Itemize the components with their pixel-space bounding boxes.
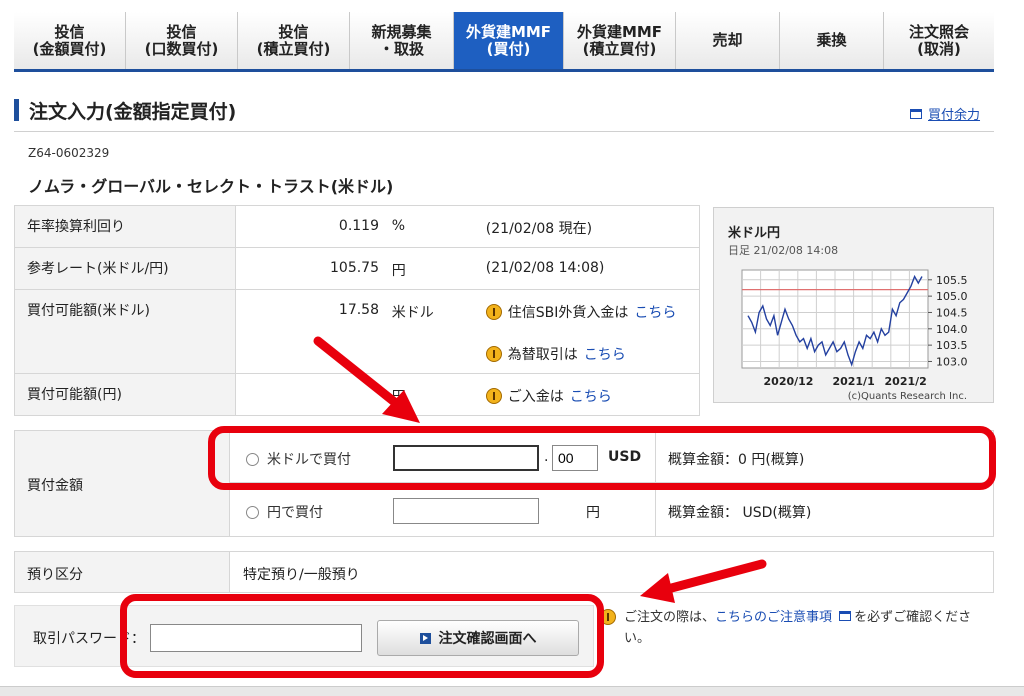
warning-icon: [485, 388, 502, 404]
new-window-icon: [839, 611, 852, 621]
tab-fx-mmf-recurring-buy[interactable]: 外貨建MMF (積立買付): [564, 12, 676, 69]
radio-circle-icon[interactable]: [246, 452, 259, 466]
radio-circle-icon[interactable]: [246, 505, 259, 519]
fund-code: Z64-0602329: [28, 146, 110, 160]
fx-deposit-text: 住信SBI外貨入金は: [507, 305, 629, 321]
chart-ytick-label: 103.5: [936, 339, 968, 352]
usd-buy-label: 米ドルで買付: [267, 452, 351, 468]
deposit-text: ご入金は: [507, 389, 564, 405]
usd-amount-input[interactable]: [393, 445, 539, 471]
chart-xtick-label: 2021/2: [885, 375, 927, 388]
yield-row: 年率換算利回り 0.119 % (21/02/08 現在): [14, 205, 701, 248]
warning-icon: [485, 346, 502, 362]
warning-icon: [600, 609, 616, 625]
title-divider: [14, 131, 994, 132]
usd-estimate: 概算金額：0 円(概算): [655, 431, 816, 483]
rate-unit: 円: [391, 263, 406, 279]
chart-ytick-label: 104.5: [936, 306, 968, 319]
yield-value: 0.119: [338, 218, 379, 234]
chart-ytick-label: 105.0: [936, 290, 968, 303]
fund-name: ノムラ・グローバル・セレクト・トラスト(米ドル): [28, 177, 394, 196]
password-section: 取引パスワード： 注文確認画面へ: [14, 605, 594, 667]
fund-info-table: 年率換算利回り 0.119 % (21/02/08 現在) 参考レート(米ドル/…: [14, 205, 701, 416]
fx-deposit-note: 住信SBI外貨入金は こちら: [485, 302, 676, 322]
caution-note: ご注文の際は、こちらのご注意事項 を必ずご確認ください。: [600, 607, 995, 649]
usd-cents-input[interactable]: [552, 445, 598, 471]
buying-capacity-link[interactable]: 買付余力: [910, 104, 980, 123]
title-accent-bar: [14, 99, 19, 121]
usd-capacity-row: 買付可能額(米ドル) 17.58 米ドル 住信SBI外貨入金は こちら 為替取引…: [14, 289, 701, 374]
jpy-buy-label: 円で買付: [267, 505, 323, 521]
deposit-category-row: 預り区分 特定預り/一般預り: [14, 551, 994, 593]
jpy-currency: 円: [586, 505, 600, 521]
usdjpy-mini-chart: 105.5 105.0 104.5 104.0 103.5 103.0 2020/12 202…: [713, 207, 994, 403]
jpy-estimate: 概算金額： USD(概算): [655, 484, 823, 536]
tab-fund-amount-buy[interactable]: 投信 (金額買付): [14, 12, 126, 69]
fx-deposit-link[interactable]: こちら: [634, 302, 676, 322]
deposit-category-value: 特定預り/一般預り: [243, 567, 360, 583]
chart-ytick-label: 104.0: [936, 323, 968, 336]
warning-icon: [485, 304, 502, 320]
buying-capacity-label: 買付余力: [928, 108, 981, 123]
jpy-capacity-unit: 円: [391, 389, 406, 405]
chart-title: 米ドル円: [728, 226, 781, 241]
order-confirm-button[interactable]: 注文確認画面へ: [377, 620, 579, 656]
caution-prefix: ご注文の際は、: [624, 610, 716, 625]
decimal-point: .: [544, 449, 549, 465]
order-confirm-label: 注文確認画面へ: [438, 631, 537, 647]
chart-credit: (c)Quants Research Inc.: [847, 391, 967, 402]
tab-fund-recurring-buy[interactable]: 投信 (積立買付): [238, 12, 350, 69]
yield-note: (21/02/08 現在): [485, 221, 593, 237]
yield-label: 年率換算利回り: [14, 205, 236, 248]
usd-buy-radio[interactable]: 米ドルで買付: [246, 449, 351, 469]
chart-xtick-label: 2020/12: [764, 375, 814, 388]
play-square-icon: [419, 632, 431, 644]
exchange-text: 為替取引は: [507, 347, 578, 363]
rate-row: 参考レート(米ドル/円) 105.75 円 (21/02/08 14:08): [14, 247, 701, 290]
usd-capacity-label: 買付可能額(米ドル): [14, 289, 236, 374]
rate-value: 105.75: [330, 260, 379, 276]
exchange-note: 為替取引は こちら: [485, 344, 626, 364]
deposit-category-label: 預り区分: [15, 552, 230, 592]
rate-note: (21/02/08 14:08): [485, 260, 605, 276]
usd-buy-row: 米ドルで買付 . USD 概算金額：0 円(概算): [230, 431, 993, 483]
chart-ytick-label: 103.0: [936, 355, 968, 368]
page-title: 注文入力(金額指定買付): [14, 97, 236, 123]
chart-ytick-label: 105.5: [936, 274, 968, 287]
yield-unit: %: [391, 218, 406, 234]
page-bottom-bar: [0, 686, 1024, 696]
order-type-tabs: 投信 (金額買付) 投信 (口数買付) 投信 (積立買付) 新規募集 ・取扱 外…: [14, 12, 994, 72]
tab-switch[interactable]: 乗換: [780, 12, 884, 69]
chart-subtitle: 日足 21/02/08 14:08: [728, 244, 839, 257]
tab-new-offering[interactable]: 新規募集 ・取扱: [350, 12, 454, 69]
jpy-capacity-row: 買付可能額(円) 円 ご入金は こちら: [14, 373, 701, 416]
jpy-capacity-label: 買付可能額(円): [14, 373, 236, 416]
deposit-link[interactable]: こちら: [570, 386, 612, 406]
usd-capacity-value: 17.58: [338, 302, 379, 318]
jpy-buy-radio[interactable]: 円で買付: [246, 502, 323, 522]
jpy-buy-row: 円で買付 円 概算金額： USD(概算): [230, 484, 993, 536]
buy-amount-section: 買付金額 米ドルで買付 . USD 概算金額：0 円(概算) 円で買付 円 概算…: [14, 430, 994, 537]
tab-sell[interactable]: 売却: [676, 12, 780, 69]
rate-label: 参考レート(米ドル/円): [14, 247, 236, 290]
page-title-text: 注文入力(金額指定買付): [29, 100, 237, 123]
password-label: 取引パスワード：: [33, 631, 145, 647]
new-window-icon: [910, 108, 922, 119]
tab-fx-mmf-buy[interactable]: 外貨建MMF (買付): [454, 12, 564, 69]
usd-currency: USD: [608, 449, 642, 465]
chart-xtick-label: 2021/1: [832, 375, 874, 388]
tab-order-inquiry[interactable]: 注文照会 (取消): [884, 12, 994, 69]
jpy-amount-input[interactable]: [393, 498, 539, 524]
tab-fund-unit-buy[interactable]: 投信 (口数買付): [126, 12, 238, 69]
trade-password-input[interactable]: [150, 624, 362, 652]
exchange-link[interactable]: こちら: [584, 344, 626, 364]
buy-amount-label: 買付金額: [27, 478, 83, 494]
caution-link[interactable]: こちらのご注意事項: [715, 610, 832, 625]
usd-capacity-unit: 米ドル: [391, 305, 434, 321]
deposit-note: ご入金は こちら: [485, 386, 612, 406]
